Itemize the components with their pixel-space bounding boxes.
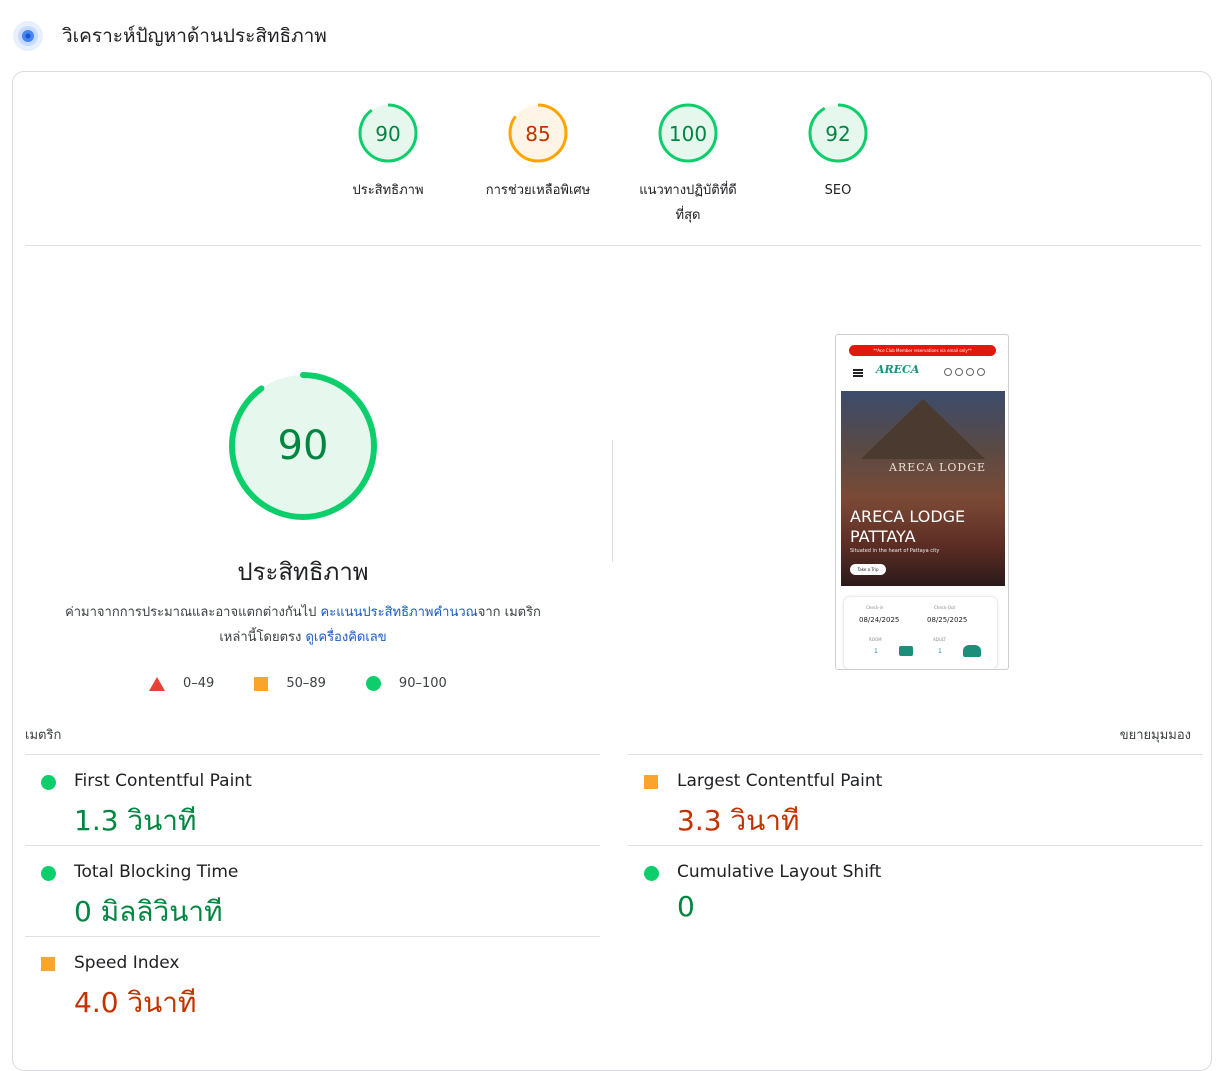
metric-cls: Cumulative Layout Shift 0	[628, 845, 1203, 936]
hero-title: ARECA LODGE PATTAYA	[850, 507, 966, 546]
vertical-divider	[612, 440, 613, 562]
room-value: 1	[874, 648, 878, 655]
gauge-performance[interactable]: 90 ประสิทธิภาพ	[318, 102, 458, 203]
hero-roof	[861, 399, 985, 459]
hero-button: Take a Trip	[850, 564, 886, 575]
people-icon	[963, 645, 981, 657]
phone-icon	[955, 368, 963, 376]
gauge-accessibility[interactable]: 85 การช่วยเหลือพิเศษ	[468, 102, 608, 203]
bed-icon	[899, 646, 913, 656]
gauge-seo[interactable]: 92 SEO	[768, 102, 908, 203]
metric-tbt: Total Blocking Time 0 มิลลิวินาที	[25, 845, 600, 936]
room-label: ROOM	[869, 637, 882, 642]
expand-view-toggle[interactable]: ขยายมุมมอง	[1120, 724, 1191, 745]
report-card: 90 ประสิทธิภาพ 85 การช่วยเหลือพิเศษ 100 …	[12, 71, 1212, 1071]
gauge-label: ประสิทธิภาพ	[352, 183, 424, 198]
page-title: วิเคราะห์ปัญหาด้านประสิทธิภาพ	[62, 25, 327, 47]
metric-name: First Contentful Paint	[74, 771, 252, 791]
tripadvisor-icon	[977, 368, 985, 376]
page-header: วิเคราะห์ปัญหาด้านประสิทธิภาพ	[12, 18, 327, 54]
section-divider	[25, 245, 1201, 246]
legend-fail: 0–49	[149, 676, 214, 691]
legend-label: 0–49	[183, 676, 215, 691]
checkin-date: 08/24/2025	[859, 616, 900, 624]
metric-lcp: Largest Contentful Paint 3.3 วินาที	[628, 754, 1203, 845]
gauge-ring: 92	[808, 103, 868, 163]
performance-description: ค่ามาจากการประมาณและอาจแตกต่างกันไป คะแน…	[53, 600, 553, 650]
hamburger-menu-icon	[853, 369, 863, 377]
line-icon	[944, 368, 952, 376]
gauge-best-practices[interactable]: 100 แนวทางปฏิบัติที่ดีที่สุด	[618, 102, 758, 228]
performance-gauge: 90	[227, 370, 379, 526]
performance-gauge-ring: 90	[229, 372, 377, 520]
gauge-label: การช่วยเหลือพิเศษ	[485, 183, 591, 198]
metric-name: Cumulative Layout Shift	[677, 862, 882, 882]
gauge-label: แนวทางปฏิบัติที่ดีที่สุด	[639, 183, 737, 223]
gauge-score: 85	[525, 122, 550, 146]
screenshot-banner: **Ace Club Member reservations via email…	[849, 345, 996, 356]
metric-name: Speed Index	[74, 953, 180, 973]
hero-image: ARECA LODGE ARECA LODGE PATTAYA Situated …	[841, 391, 1005, 586]
performance-score: 90	[278, 423, 329, 469]
score-legend: 0–49 50–89 90–100	[149, 676, 487, 691]
performance-title: ประสิทธิภาพ	[237, 558, 369, 586]
gauge-label: SEO	[824, 183, 852, 198]
adult-value: 1	[938, 648, 942, 655]
adult-label: ADULT	[933, 637, 946, 642]
metrics-header: เมตริก ขยายมุมมอง	[25, 724, 1191, 745]
hero-subtitle: Situated in the heart of Pattaya city	[850, 548, 940, 554]
legend-label: 90–100	[398, 676, 447, 691]
legend-label: 50–89	[286, 676, 326, 691]
gauge-ring: 90	[358, 103, 418, 163]
average-square-icon	[41, 957, 55, 971]
checkout-label: Check-Out	[934, 605, 956, 610]
metric-value: 0 มิลลิวินาที	[74, 895, 223, 928]
metric-value: 3.3 วินาที	[677, 804, 800, 837]
metric-name: Total Blocking Time	[74, 862, 239, 882]
average-square-icon	[644, 775, 658, 789]
metric-value: 1.3 วินาที	[74, 804, 197, 837]
lighthouse-icon	[12, 20, 44, 52]
legend-average: 50–89	[254, 676, 326, 691]
final-screenshot[interactable]: **Ace Club Member reservations via email…	[835, 334, 1009, 670]
hero-sign: ARECA LODGE	[889, 461, 987, 474]
gauge-score: 100	[669, 122, 707, 146]
metric-name: Largest Contentful Paint	[677, 771, 883, 791]
facebook-icon	[966, 368, 974, 376]
gauge-ring: 85	[508, 103, 568, 163]
gauge-score: 92	[825, 122, 850, 146]
score-calculation-link[interactable]: คะแนนประสิทธิภาพคำนวณ	[321, 605, 478, 620]
metric-si: Speed Index 4.0 วินาที	[25, 936, 600, 1027]
metric-value: 0	[677, 890, 695, 923]
category-gauges: 90 ประสิทธิภาพ 85 การช่วยเหลือพิเศษ 100 …	[13, 102, 1211, 252]
metric-fcp: First Contentful Paint 1.3 วินาที	[25, 754, 600, 845]
metrics-title: เมตริก	[25, 728, 62, 743]
metrics-column-right: Largest Contentful Paint 3.3 วินาที Cumu…	[628, 754, 1203, 936]
pass-circle-icon	[41, 775, 56, 790]
social-icons	[944, 368, 985, 376]
gauge-score: 90	[375, 122, 400, 146]
calculator-link[interactable]: ดูเครื่องคิดเลข	[305, 630, 386, 645]
gauge-ring: 100	[658, 103, 718, 163]
pass-circle-icon	[365, 676, 381, 691]
metric-value: 4.0 วินาที	[74, 986, 197, 1019]
pass-circle-icon	[41, 866, 56, 881]
checkout-date: 08/25/2025	[927, 616, 968, 624]
metrics-column-left: First Contentful Paint 1.3 วินาที Total …	[25, 754, 600, 1027]
average-square-icon	[254, 676, 269, 691]
pass-circle-icon	[644, 866, 659, 881]
booking-widget: Check-in Check-Out 08/24/2025 08/25/2025…	[844, 597, 997, 669]
desc-text: ค่ามาจากการประมาณและอาจแตกต่างกันไป	[65, 605, 321, 620]
checkin-label: Check-in	[866, 605, 884, 610]
fail-triangle-icon	[149, 676, 165, 691]
site-logo: ARECA	[876, 363, 920, 376]
legend-pass: 90–100	[365, 676, 447, 691]
